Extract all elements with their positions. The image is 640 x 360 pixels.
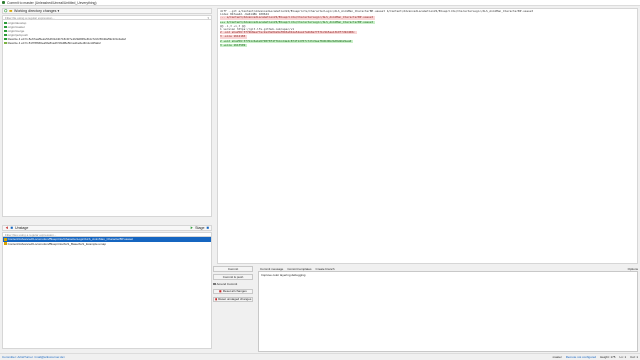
- create-branch-button[interactable]: Create branch: [316, 267, 335, 271]
- file-path: Content/Advanced/Locomotion/Blueprints/C…: [7, 237, 133, 242]
- refresh-icon[interactable]: [4, 9, 8, 13]
- file-list-item[interactable]: Content/Advanced/Locomotion/Blueprints/A…: [3, 242, 211, 247]
- diff-line-plus: +++ b/Content/AdvancedLocomotionV4/Bluep…: [220, 20, 376, 24]
- stage-label[interactable]: Stage: [195, 226, 204, 230]
- line-indicator: Ln: 1: [619, 355, 627, 359]
- reset-unstaged-button[interactable]: Reset unstaged changes: [213, 296, 253, 302]
- stage-icon[interactable]: [190, 226, 194, 230]
- diff-line-minus: --- a/Content/AdvancedLocomotionV4/Bluep…: [220, 16, 376, 20]
- unstage-icon[interactable]: [5, 226, 9, 230]
- title-bar: Commit to master (Unleashed\Unreal\Untit…: [0, 0, 640, 6]
- unstage-label[interactable]: Unstage: [15, 226, 28, 230]
- reset-all-label: Reset all changes: [222, 289, 247, 294]
- commit-buttons: Commit Commit & push Amend Commit Reset …: [213, 266, 256, 352]
- diff-line-plus: 2 +oid sha256:5f7b1c6eba5f90f8f4f7b4cd4e…: [220, 39, 354, 43]
- stage-all-icon[interactable]: [206, 226, 210, 230]
- diff-line-minus: 2 -oid sha256:5f72b8ea77ac2ed3e04a9af8b5…: [220, 31, 357, 35]
- file-list: Content/Advanced/Locomotion/Blueprints/C…: [2, 237, 212, 349]
- filter-clear-icon[interactable]: ▾: [207, 16, 209, 20]
- chevron-down-icon[interactable]: ▾: [57, 9, 59, 13]
- staging-filter-placeholder: Filter files using a regular expression.…: [5, 232, 57, 237]
- filter-placeholder: Filter file using a regular expression..…: [5, 15, 55, 20]
- file-path: Content/Advanced/Locomotion/Blueprints/A…: [7, 241, 106, 246]
- diff-viewer[interactable]: diff --git a/Content/AdvancedLocomotionV…: [217, 8, 638, 264]
- amend-checkbox[interactable]: Amend Commit: [213, 282, 256, 286]
- reset-icon: [219, 290, 222, 293]
- sort-icon[interactable]: [10, 226, 14, 230]
- remote-status[interactable]: Remote not configured: [566, 355, 596, 359]
- branch-icon: [4, 29, 7, 33]
- app-icon: [2, 1, 5, 4]
- window-title: Commit to master (Unleashed\Unreal\Untit…: [7, 0, 97, 5]
- branch-icon: [4, 25, 7, 29]
- amend-label: Amend Commit: [216, 282, 238, 286]
- commit-push-button[interactable]: Commit & push: [213, 274, 253, 280]
- size-indicator: Height: 175: [600, 355, 616, 359]
- committer-info[interactable]: Committer: ArtistTurner <mail@artist-tur…: [2, 355, 65, 359]
- staging-toolbar: Unstage Stage: [2, 225, 212, 231]
- commit-message-input[interactable]: Improve color layering debugging: [258, 271, 638, 352]
- column-indicator: Col: 1: [630, 355, 638, 359]
- status-bar: Committer: ArtistTurner <mail@artist-tur…: [0, 353, 640, 360]
- working-directory-dropdown[interactable]: Working directory changes: [14, 9, 56, 13]
- branch-icon: [4, 41, 7, 45]
- commit-button-label: Commit: [227, 266, 239, 271]
- commit-message-text: Improve color layering debugging: [261, 273, 306, 277]
- commit-push-label: Commit & push: [222, 274, 244, 279]
- diff-line-plus: 3 +size 1613509: [220, 43, 248, 47]
- left-panel: Working directory changes ▾ Filter file …: [2, 8, 212, 352]
- ref-tree-label: Rewrite 4 e0 f1 81f7f8666ea5fe81a2f7d9df…: [7, 41, 101, 45]
- branch-icon: [4, 21, 7, 25]
- options-dropdown[interactable]: Options: [628, 267, 638, 271]
- ref-tree: origin/develop origin/master origin/merge o…: [2, 20, 212, 217]
- modified-file-icon: [4, 237, 7, 241]
- commit-area: Commit Commit & push Amend Commit Reset …: [213, 266, 638, 352]
- checkbox-icon[interactable]: [213, 282, 216, 286]
- reset-all-button[interactable]: Reset all changes: [213, 288, 253, 294]
- commit-templates-button[interactable]: Commit templates: [287, 267, 311, 271]
- commit-button[interactable]: Commit: [213, 266, 253, 272]
- working-directory-toolbar: Working directory changes ▾: [2, 8, 212, 14]
- branch-indicator[interactable]: master: [553, 355, 562, 359]
- reset-unstaged-label: Reset unstaged changes: [218, 297, 252, 302]
- diff-line-minus: 3 -size 1612165: [220, 35, 248, 39]
- ref-tree-item[interactable]: Rewrite 4 e0 f1 81f7f8666ea5fe81a2f7d9df…: [3, 41, 211, 45]
- folder-icon[interactable]: [9, 9, 13, 13]
- branch-icon: [4, 33, 7, 37]
- modified-file-icon: [4, 242, 7, 246]
- reset-unstaged-icon: [214, 298, 217, 301]
- commit-message-tab[interactable]: Commit message: [260, 267, 283, 271]
- branch-icon: [4, 37, 7, 41]
